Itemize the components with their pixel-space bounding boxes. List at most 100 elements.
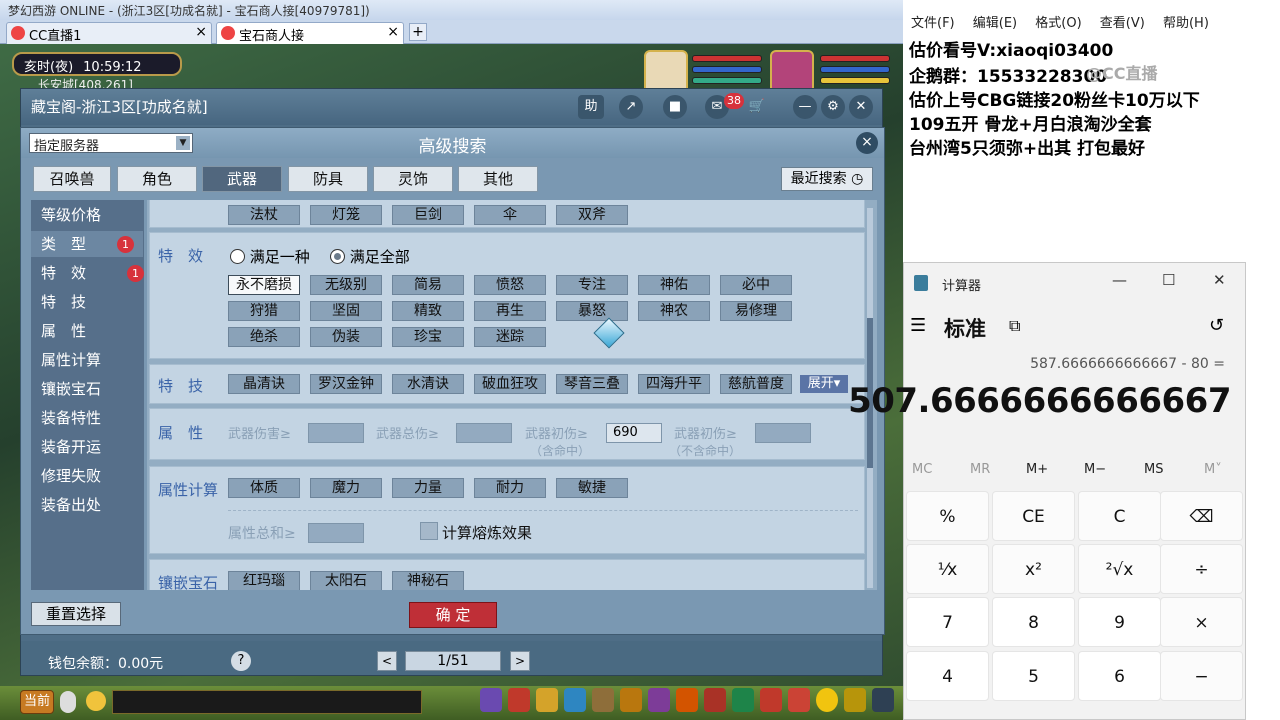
chat-input[interactable]	[112, 690, 422, 714]
effect-chip[interactable]: 无级别	[310, 275, 382, 295]
type-chip[interactable]: 伞	[474, 205, 546, 225]
activity-icon[interactable]	[760, 688, 782, 712]
share-icon[interactable]: ↗	[619, 95, 643, 119]
gang-icon[interactable]	[676, 688, 698, 712]
effect-chip[interactable]: 神农	[638, 301, 710, 321]
notepad-line[interactable]: 估价上号CBG链接20粉丝卡10万以下	[909, 86, 1200, 111]
type-chip[interactable]: 法杖	[228, 205, 300, 225]
cart-icon[interactable]: 🛒	[745, 95, 769, 119]
mem-subtract-button[interactable]: M−	[1084, 462, 1106, 477]
digit-4-button[interactable]: 4	[906, 651, 989, 701]
effect-chip[interactable]: 珍宝	[392, 327, 464, 347]
attack-icon[interactable]	[480, 688, 502, 712]
menu-view[interactable]: 查看(V)	[1100, 16, 1145, 31]
maximize-button[interactable]: ☐	[1162, 271, 1175, 289]
mem-recall-button[interactable]: MR	[970, 462, 990, 477]
sidebar-item-gem[interactable]: 镶嵌宝石	[41, 376, 141, 402]
tab-weapon[interactable]: 武器	[202, 166, 282, 192]
tab-cc[interactable]: CC直播1 ×	[6, 22, 212, 44]
skill-chip[interactable]: 慈航普度	[720, 374, 792, 394]
minimize-icon[interactable]: —	[793, 95, 817, 119]
square-button[interactable]: x²	[992, 544, 1075, 594]
effect-chip[interactable]: 精致	[392, 301, 464, 321]
gem-chip[interactable]: 太阳石	[310, 571, 382, 590]
percent-button[interactable]: %	[906, 491, 989, 541]
keep-on-top-icon[interactable]: ⧉	[1009, 316, 1020, 336]
sidebar-item-attr[interactable]: 属 性	[41, 318, 141, 344]
menu-file[interactable]: 文件(F)	[911, 16, 955, 31]
mem-clear-button[interactable]: MC	[912, 462, 932, 477]
effect-chip[interactable]: 专注	[556, 275, 628, 295]
attr-chip[interactable]: 耐力	[474, 478, 546, 498]
init-damage-excl-input[interactable]	[755, 423, 811, 443]
weapon-damage-input[interactable]	[308, 423, 364, 443]
type-chip[interactable]: 巨剑	[392, 205, 464, 225]
gem-chip[interactable]: 红玛瑙	[228, 571, 300, 590]
settings-icon[interactable]: ⚙	[821, 95, 845, 119]
mem-list-button[interactable]: M˅	[1204, 462, 1222, 477]
next-page-button[interactable]: >	[510, 651, 530, 671]
attr-chip[interactable]: 体质	[228, 478, 300, 498]
sqrt-button[interactable]: ²√x	[1078, 544, 1161, 594]
type-chip[interactable]: 双斧	[556, 205, 628, 225]
sidebar-item-effect[interactable]: 特 效 1	[41, 260, 144, 286]
sidebar-item-source[interactable]: 装备出处	[41, 492, 141, 518]
digit-6-button[interactable]: 6	[1078, 651, 1161, 701]
help-button[interactable]: 助	[578, 95, 604, 119]
current-channel-button[interactable]: 当前	[20, 690, 54, 714]
sidebar-item-repair[interactable]: 修理失败	[41, 463, 141, 489]
sidebar-item-feature[interactable]: 装备特性	[41, 405, 141, 431]
subtract-button[interactable]: −	[1160, 651, 1243, 701]
sidebar-item-attr-calc[interactable]: 属性计算	[41, 347, 141, 373]
pet-icon[interactable]	[620, 688, 642, 712]
mem-store-button[interactable]: MS	[1144, 462, 1163, 477]
sidebar-item-luck[interactable]: 装备开运	[41, 434, 141, 460]
recent-search-button[interactable]: 最近搜索 ◷	[781, 167, 873, 191]
close-button[interactable]: ✕	[1213, 271, 1226, 289]
emoji-icon[interactable]	[86, 691, 106, 711]
tab-other[interactable]: 其他	[458, 166, 538, 192]
effect-chip[interactable]: 暴怒	[556, 301, 628, 321]
close-icon[interactable]: ×	[195, 24, 207, 40]
skill-chip[interactable]: 晶清诀	[228, 374, 300, 394]
radio-all[interactable]: 满足全部	[330, 246, 410, 267]
menu-edit[interactable]: 编辑(E)	[973, 16, 1017, 31]
effect-chip[interactable]: 易修理	[720, 301, 792, 321]
close-icon[interactable]: ×	[387, 24, 399, 40]
attr-sum-input[interactable]	[308, 523, 364, 543]
effect-chip[interactable]: 神佑	[638, 275, 710, 295]
skill-chip[interactable]: 罗汉金钟	[310, 374, 382, 394]
effect-chip[interactable]: 简易	[392, 275, 464, 295]
skill-chip[interactable]: 四海升平	[638, 374, 710, 394]
skill-chip[interactable]: 破血狂攻	[474, 374, 546, 394]
sidebar-item-type[interactable]: 类 型 1	[31, 231, 143, 257]
gem-chip[interactable]: 神秘石	[392, 571, 464, 590]
weapon-total-input[interactable]	[456, 423, 512, 443]
effect-chip[interactable]: 愤怒	[474, 275, 546, 295]
backspace-button[interactable]: ⌫	[1160, 491, 1243, 541]
tab-gem[interactable]: 宝石商人接 ×	[216, 22, 404, 44]
notepad-line[interactable]: 估价看号V:xiaoqi03400	[909, 36, 1113, 61]
question-icon[interactable]: ?	[231, 651, 251, 671]
attr-chip[interactable]: 力量	[392, 478, 464, 498]
divide-button[interactable]: ÷	[1160, 544, 1243, 594]
multiply-button[interactable]: ×	[1160, 597, 1243, 647]
sidebar-item-level-price[interactable]: 等级价格	[41, 202, 141, 228]
radio-any[interactable]: 满足一种	[230, 246, 310, 267]
new-tab-button[interactable]: +	[409, 23, 427, 41]
clear-button[interactable]: C	[1078, 491, 1161, 541]
refine-checkbox[interactable]	[420, 522, 438, 540]
monitor-icon[interactable]	[872, 688, 894, 712]
effect-chip[interactable]: 坚固	[310, 301, 382, 321]
effect-chip[interactable]: 伪装	[310, 327, 382, 347]
menu-icon[interactable]: ☰	[910, 315, 926, 336]
item-icon[interactable]	[508, 688, 530, 712]
notepad-line[interactable]: 台州湾5只须弥+出其 打包最好	[909, 134, 1145, 159]
stop-icon[interactable]: ■	[663, 95, 687, 119]
tab-role[interactable]: 角色	[117, 166, 197, 192]
digit-8-button[interactable]: 8	[992, 597, 1075, 647]
trade-icon[interactable]	[564, 688, 586, 712]
microphone-icon[interactable]	[60, 691, 76, 713]
notepad-line[interactable]: 企鹅群：15533228300	[909, 62, 1107, 87]
digit-9-button[interactable]: 9	[1078, 597, 1161, 647]
